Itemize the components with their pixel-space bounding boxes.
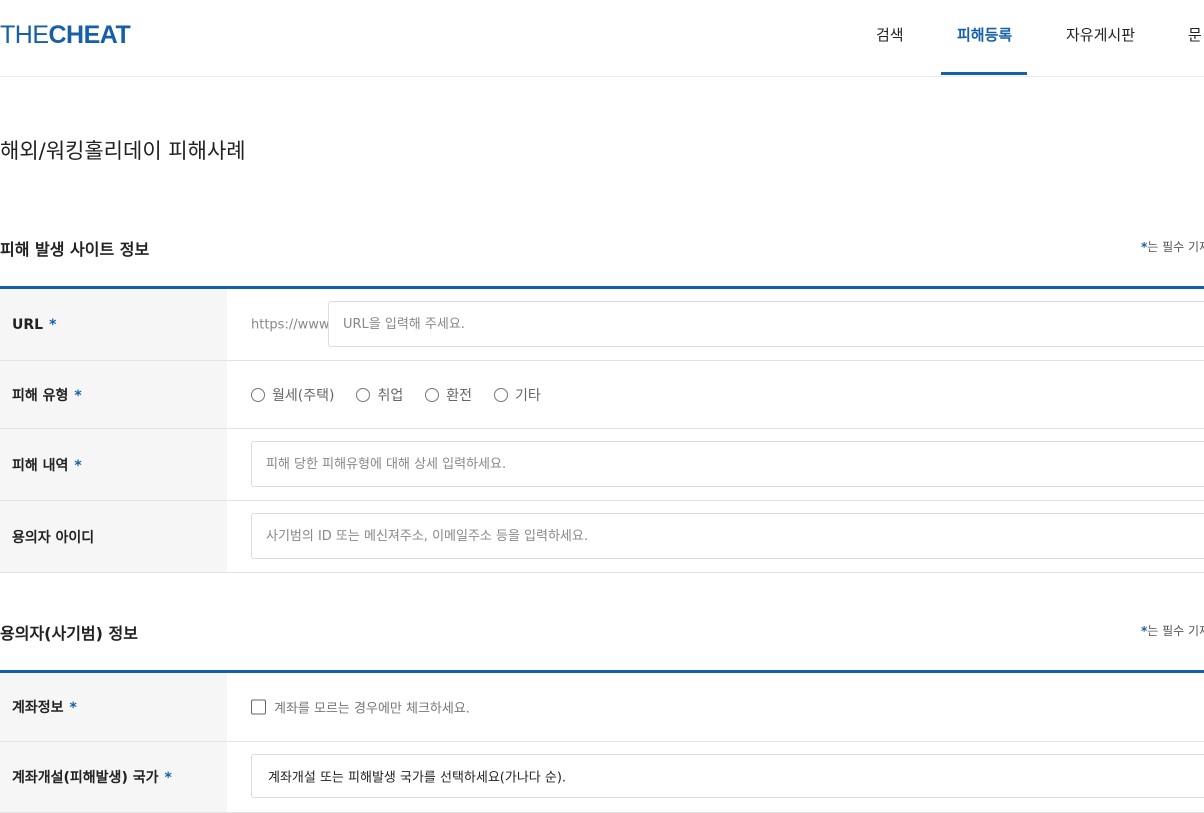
nav-item-search[interactable]: 검색	[876, 0, 904, 75]
form-row-damage-type: 피해 유형 * 월세(주택) 취업 환전 기타	[0, 361, 1204, 429]
value-cell: https://www.	[227, 289, 1204, 360]
required-note: *는 필수 기재	[1141, 622, 1204, 639]
account-info-label-text: 계좌정보	[12, 700, 64, 716]
site-header: THECHEAT 검색 피해등록 자유게시판 문	[0, 0, 1204, 77]
radio-label: 취업	[377, 387, 404, 404]
account-info-label: 계좌정보 *	[12, 697, 77, 717]
checkbox-label: 계좌를 모르는 경우에만 체크하세요.	[274, 701, 470, 717]
unknown-account-checkbox[interactable]: 계좌를 모르는 경우에만 체크하세요.	[251, 698, 470, 717]
nav-item-inquiry[interactable]: 문	[1188, 0, 1202, 75]
label-cell: 피해 내역 *	[0, 429, 227, 500]
section-title-site-info: 피해 발생 사이트 정보	[0, 240, 150, 259]
page-title: 해외/워킹홀리데이 피해사례	[0, 139, 246, 163]
nav-active-indicator	[941, 72, 1027, 75]
account-country-label: 계좌개설(피해발생) 국가 *	[12, 767, 172, 787]
form-row-url: URL * https://www.	[0, 289, 1204, 361]
label-cell: URL *	[0, 289, 227, 360]
label-cell: 용의자 아이디	[0, 501, 227, 572]
country-select-value: 계좌개설 또는 피해발생 국가를 선택하세요(가나다 순).	[268, 770, 567, 786]
radio-button[interactable]	[493, 387, 508, 402]
radio-button[interactable]	[251, 387, 265, 402]
site-info-form: URL * https://www. 피해 유형 * 월세(주택) 취업 환전 기타…	[0, 286, 1204, 573]
logo-text-cheat: CHEAT	[48, 21, 131, 49]
damage-type-label-text: 피해 유형	[12, 387, 69, 404]
url-label-text: URL	[12, 316, 44, 333]
nav-item-free-board[interactable]: 자유게시판	[1066, 0, 1135, 75]
required-star: *	[74, 387, 82, 404]
suspect-info-form: 계좌정보 * 계좌를 모르는 경우에만 체크하세요. 계좌개설(피해발생) 국가 *…	[0, 670, 1204, 813]
label-cell: 피해 유형 *	[0, 361, 227, 428]
form-row-suspect-id: 용의자 아이디	[0, 501, 1204, 573]
radio-button[interactable]	[356, 387, 371, 402]
form-row-account-info: 계좌정보 * 계좌를 모르는 경우에만 체크하세요.	[0, 673, 1204, 742]
damage-detail-input[interactable]	[251, 441, 1204, 487]
damage-type-label: 피해 유형 *	[12, 385, 82, 405]
form-row-damage-detail: 피해 내역 *	[0, 429, 1204, 501]
checkbox[interactable]	[251, 699, 266, 715]
value-cell: 월세(주택) 취업 환전 기타	[227, 361, 1204, 428]
label-cell: 계좌개설(피해발생) 국가 *	[0, 742, 227, 812]
country-select[interactable]: 계좌개설 또는 피해발생 국가를 선택하세요(가나다 순).	[251, 754, 1204, 798]
damage-detail-label-text: 피해 내역	[12, 457, 69, 474]
url-input[interactable]	[328, 301, 1204, 347]
required-note-text: 는 필수 기재	[1147, 624, 1204, 638]
section-title-suspect-info: 용의자(사기범) 정보	[0, 624, 138, 643]
suspect-id-input[interactable]	[251, 513, 1204, 559]
required-star: *	[164, 770, 172, 786]
required-star: *	[49, 316, 57, 333]
url-prefix: https://www.	[251, 317, 333, 332]
url-label: URL *	[12, 317, 56, 333]
account-country-label-text: 계좌개설(피해발생) 국가	[12, 770, 159, 786]
required-note-text: 는 필수 기재	[1147, 240, 1204, 254]
value-cell: 계좌를 모르는 경우에만 체크하세요.	[227, 673, 1204, 741]
radio-option-rent[interactable]: 월세(주택)	[251, 385, 334, 405]
damage-type-radio-group: 월세(주택) 취업 환전 기타	[251, 385, 563, 405]
radio-label: 월세(주택)	[272, 387, 335, 404]
nav-item-damage-register[interactable]: 피해등록	[957, 0, 1012, 75]
value-cell: 계좌개설 또는 피해발생 국가를 선택하세요(가나다 순).	[227, 742, 1204, 812]
label-cell: 계좌정보 *	[0, 673, 227, 741]
logo-text-the: THE	[0, 21, 49, 49]
radio-option-other[interactable]: 기타	[493, 385, 541, 405]
radio-label: 환전	[446, 387, 472, 404]
form-row-account-country: 계좌개설(피해발생) 국가 * 계좌개설 또는 피해발생 국가를 선택하세요(가나…	[0, 742, 1204, 813]
radio-button[interactable]	[425, 387, 440, 402]
damage-detail-label: 피해 내역 *	[12, 455, 82, 475]
site-logo[interactable]: THECHEAT	[0, 20, 131, 50]
radio-label: 기타	[514, 387, 541, 404]
required-star: *	[74, 457, 82, 474]
value-cell	[227, 501, 1204, 572]
radio-option-exchange[interactable]: 환전	[425, 385, 472, 405]
required-star: *	[69, 700, 77, 716]
value-cell	[227, 429, 1204, 500]
required-note: *는 필수 기재	[1141, 238, 1204, 255]
suspect-id-label: 용의자 아이디	[12, 529, 95, 546]
radio-option-job[interactable]: 취업	[356, 385, 403, 405]
